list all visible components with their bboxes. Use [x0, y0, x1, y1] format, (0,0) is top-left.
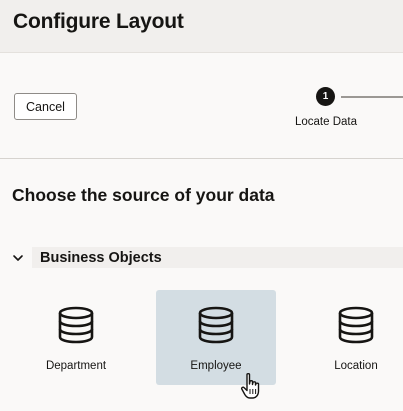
toolbar: Cancel 1 Locate Data: [0, 53, 403, 159]
tile-label: Employee: [190, 360, 242, 372]
header: Configure Layout: [0, 0, 403, 53]
cancel-button[interactable]: Cancel: [14, 93, 77, 120]
group-label: Business Objects: [40, 249, 162, 266]
step-connector-line: [341, 96, 403, 98]
hand-pointer-cursor-icon: [240, 372, 260, 399]
step-number-badge[interactable]: 1: [316, 87, 335, 106]
tile-department[interactable]: Department: [16, 290, 136, 385]
tile-employee[interactable]: Employee: [156, 290, 276, 385]
group-bar: Business Objects: [32, 247, 403, 268]
page: Configure Layout Cancel 1 Locate Data Ch…: [0, 0, 403, 411]
chevron-down-icon[interactable]: [8, 247, 28, 268]
section-title: Choose the source of your data: [12, 185, 275, 205]
tile-label: Location: [334, 360, 378, 372]
step-label[interactable]: Locate Data: [290, 116, 362, 128]
database-icon: [198, 306, 234, 344]
tile-location[interactable]: Location: [296, 290, 403, 385]
database-icon: [338, 306, 374, 344]
tile-label: Department: [45, 360, 107, 372]
group-header-business-objects[interactable]: Business Objects: [8, 247, 403, 268]
database-icon: [58, 306, 94, 344]
page-title: Configure Layout: [13, 10, 184, 33]
